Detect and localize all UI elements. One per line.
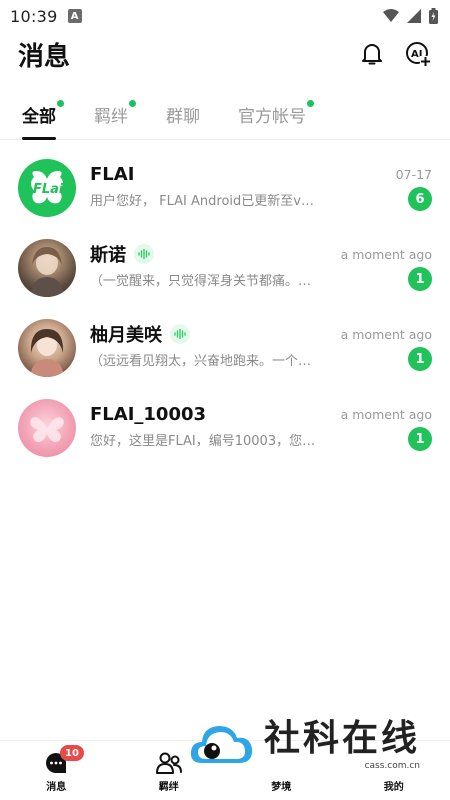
battery-icon [429, 8, 438, 24]
conversation-row[interactable]: 柚月美咲 a moment ago （远远看见翔太，兴奋地跑来。一个没… 1 [0, 308, 450, 388]
conversation-row[interactable]: 斯诺 a moment ago （一觉醒来，只觉得浑身关节都痛。虽… 1 [0, 228, 450, 308]
notifications-button[interactable] [358, 40, 386, 68]
message-preview: 您好，这里是FLAI，编号10003，您可… [90, 434, 322, 449]
watermark: 社科在线 cass.com.cn [188, 712, 428, 778]
watermark-text: 社科在线 [264, 718, 421, 759]
bell-icon [362, 44, 382, 65]
tab-all[interactable]: 全部 [22, 92, 64, 140]
character-portrait-icon [30, 329, 64, 377]
notification-a-icon: A [67, 9, 82, 23]
message-time: a moment ago [340, 246, 432, 262]
unread-dot [57, 100, 64, 107]
cloud-eye-logo-icon [190, 726, 253, 763]
nav-unread-badge: 10 [60, 745, 84, 761]
contact-name: 柚月美咲 [90, 325, 162, 346]
status-bar: 10:39 A [0, 0, 450, 32]
tab-bonds[interactable]: 羁绊 [94, 92, 136, 140]
conversation-row[interactable]: FLAI_10003 a moment ago 您好，这里是FLAI，编号100… [0, 388, 450, 468]
signal-icon [407, 9, 421, 23]
message-time: 07-17 [395, 166, 432, 182]
contact-name: FLAI_10003 [90, 403, 207, 425]
unread-count-badge: 1 [408, 267, 432, 291]
tab-label: 群聊 [166, 107, 200, 127]
conversation-list: FLai FLAI 07-17 用户您好， FLAI Android已更新至v1… [0, 148, 450, 468]
tab-group-chat[interactable]: 群聊 [166, 92, 200, 140]
unread-dot [307, 100, 314, 107]
character-portrait-icon [30, 247, 64, 297]
avatar [18, 239, 76, 297]
nav-label: 消息 [46, 782, 67, 793]
nav-label: 羁绊 [158, 782, 179, 793]
page-title: 消息 [18, 41, 71, 72]
unread-dot [129, 100, 136, 107]
avatar [18, 319, 76, 377]
ai-add-icon: AI [406, 42, 431, 67]
watermark-url: cass.com.cn [364, 761, 421, 771]
message-preview: （远远看见翔太，兴奋地跑来。一个没… [90, 354, 322, 369]
nav-label: 梦境 [271, 782, 292, 793]
conversation-row[interactable]: FLai FLAI 07-17 用户您好， FLAI Android已更新至v1… [0, 148, 450, 228]
message-time: a moment ago [340, 326, 432, 342]
tab-label: 全部 [22, 107, 56, 127]
voice-icon [170, 324, 190, 344]
tab-official-accounts[interactable]: 官方帐号 [238, 92, 314, 140]
unread-count-badge: 1 [408, 347, 432, 371]
unread-count-badge: 1 [408, 427, 432, 451]
category-tabs: 全部 羁绊 群聊 官方帐号 [0, 92, 450, 140]
nav-label: 我的 [383, 782, 404, 793]
add-ai-button[interactable]: AI [404, 40, 432, 68]
avatar [18, 399, 76, 457]
svg-text:FLai: FLai [33, 182, 64, 197]
flai-logo-icon: FLai [31, 171, 64, 204]
status-time: 10:39 [10, 6, 58, 26]
voice-icon [134, 244, 154, 264]
contact-name: FLAI [90, 163, 135, 185]
unread-count-badge: 6 [408, 187, 432, 211]
wifi-icon [383, 9, 399, 22]
message-preview: （一觉醒来，只觉得浑身关节都痛。虽… [90, 274, 322, 289]
tab-label: 羁绊 [94, 107, 128, 127]
users-icon [155, 752, 182, 774]
message-preview: 用户您好， FLAI Android已更新至v1.8.3版本，… [90, 194, 322, 209]
message-time: a moment ago [340, 406, 432, 422]
contact-name: 斯诺 [90, 245, 126, 266]
nav-messages[interactable]: 10 消息 [0, 741, 113, 800]
butterfly-logo-icon [30, 417, 64, 443]
page-header: 消息 AI [0, 32, 450, 76]
avatar: FLai [18, 159, 76, 217]
tab-label: 官方帐号 [238, 107, 306, 127]
active-tab-indicator [22, 137, 56, 140]
